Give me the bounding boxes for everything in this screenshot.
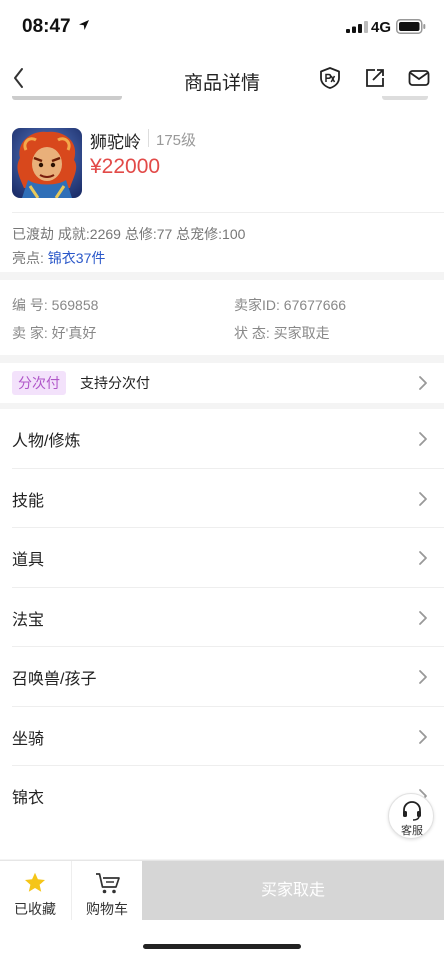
chevron-right-icon [419,610,427,625]
star-icon [25,872,45,892]
chevron-right-icon [419,376,427,390]
section-label: 人物/修炼 [12,433,81,450]
seller-id-value: 67677666 [283,297,347,313]
section-items[interactable]: 道具 [0,528,444,588]
seller-value: 好'真好 [51,325,97,341]
cart-icon [96,873,120,894]
seller-info-card: 编 号: 569858 卖家ID: 67677666 卖 家: 好'真好 状 态… [0,280,444,355]
buyer-taken-button[interactable]: 买家取走 [142,861,444,920]
highlight-link[interactable]: 锦衣37件 [48,250,106,266]
divider [148,129,149,147]
favorite-label: 已收藏 [14,901,56,917]
customer-service-label: 客服 [401,825,423,837]
section-label: 锦衣 [12,790,45,807]
home-indicator-area [0,920,444,960]
chevron-right-icon [419,729,427,744]
section-skills[interactable]: 技能 [0,469,444,528]
share-icon[interactable] [363,66,387,90]
section-label: 法宝 [12,611,45,629]
section-artifacts[interactable]: 法宝 [0,588,444,647]
seller-id-label: 卖家ID: [234,297,280,313]
seller-id: 卖家ID: 67677666 [234,295,346,315]
listing-status: 状 态: 买家取走 [234,323,330,343]
highlight-label: 亮点: [12,250,44,266]
scrolled-text [12,96,122,100]
cart-button[interactable]: 购物车 [72,861,142,921]
installment-row[interactable]: 分次付 支持分次付 [0,363,444,403]
chevron-right-icon [419,670,427,684]
highlight: 亮点: 锦衣37件 [12,248,105,268]
headset-icon [403,801,421,821]
product-card: 狮驼岭 175级 ¥22000 已渡劫 成就:2269 总修:77 总宠修:10… [0,112,444,272]
section-pets-children[interactable]: 召唤兽/孩子 [0,647,444,707]
status-value: 买家取走 [273,325,330,341]
cart-label: 购物车 [86,901,128,917]
character-name: 狮驼岭 [90,133,141,152]
network-type: 4G [371,19,392,36]
listing-id-value: 569858 [51,297,99,313]
status-bar: 08:47 4G [0,0,444,56]
chevron-right-icon [419,432,427,446]
detail-section-list: 人物/修炼 技能 道具 法宝 召唤兽/孩子 坐骑 锦衣 [0,409,444,859]
listing-id: 编 号: 569858 [12,295,98,315]
divider [12,212,444,213]
nav-bar: 商品详情 [0,56,444,100]
scrolled-text [382,96,428,100]
status-label: 状 态: [234,325,270,341]
bottom-action-bar: 已收藏 购物车 买家取走 [0,860,444,921]
location-arrow-icon [79,20,89,30]
section-outfits[interactable]: 锦衣 [0,766,444,826]
battery-icon [396,19,426,34]
scrolled-row [0,96,444,112]
status-time: 08:47 [22,16,71,37]
home-indicator[interactable] [143,944,301,949]
section-mounts[interactable]: 坐骑 [0,707,444,766]
character-stats: 已渡劫 成就:2269 总修:77 总宠修:100 [12,226,246,242]
chevron-right-icon [419,551,427,565]
section-character-cultivation[interactable]: 人物/修炼 [0,409,444,469]
mail-icon[interactable] [407,66,431,90]
favorite-button[interactable]: 已收藏 [0,861,70,921]
installment-tag: 分次付 [12,371,66,395]
seller-label: 卖 家: [12,325,48,341]
seller: 卖 家: 好'真好 [12,323,96,343]
section-label: 召唤兽/孩子 [12,671,97,688]
px-badge-icon[interactable] [318,66,342,90]
section-label: 道具 [12,552,45,569]
listing-id-label: 编 号: [12,297,48,313]
character-avatar [12,128,82,198]
installment-text: 支持分次付 [80,375,150,391]
customer-service-button[interactable]: 客服 [388,793,434,839]
character-level: 175级 [156,132,197,149]
signal-icon [346,21,368,33]
price: ¥22000 [90,155,161,178]
section-label: 技能 [12,492,45,510]
section-label: 坐骑 [12,730,45,748]
chevron-right-icon [419,491,427,506]
